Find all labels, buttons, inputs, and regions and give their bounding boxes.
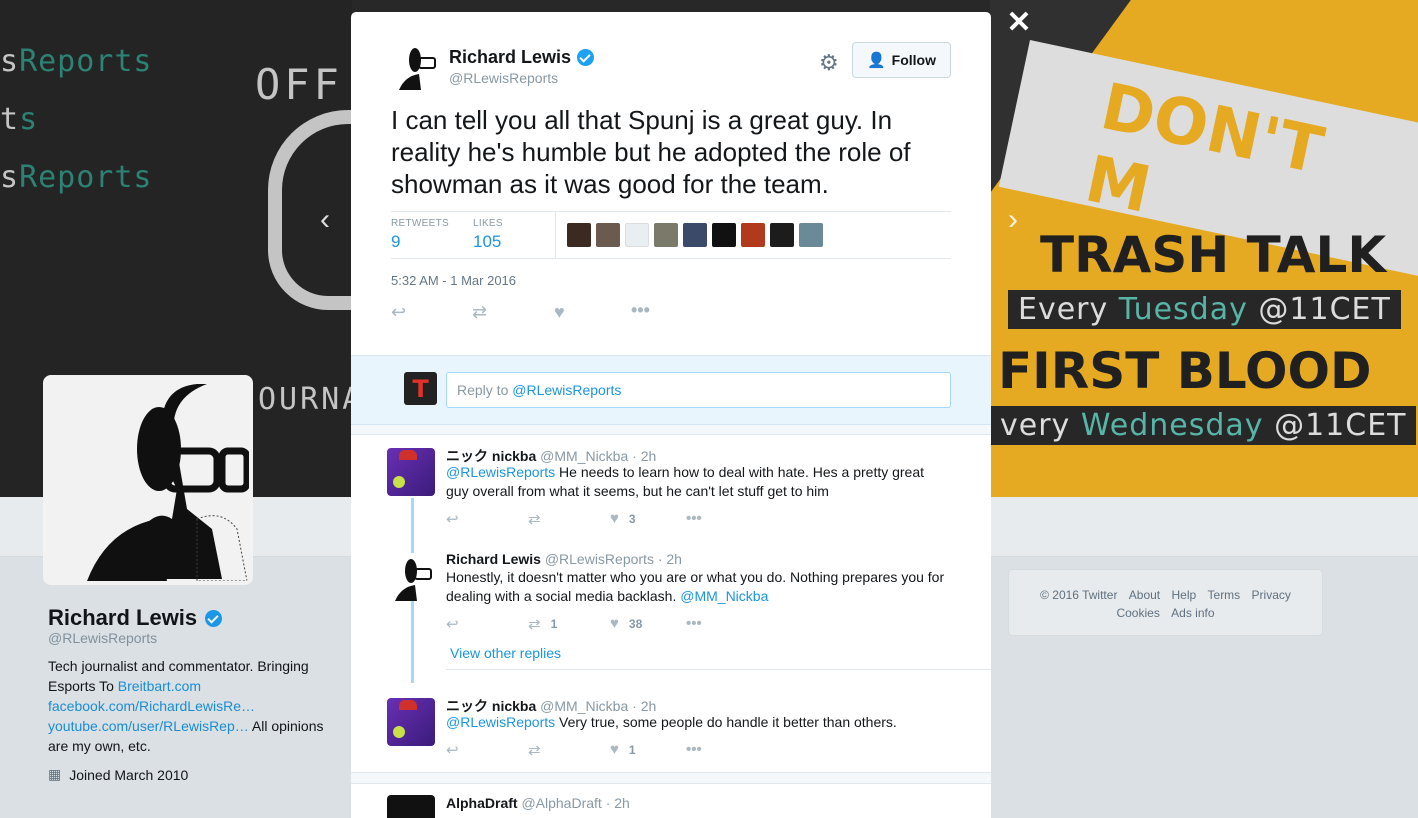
follow-button[interactable]: 👤 Follow xyxy=(852,42,951,78)
retweets-count: 9 xyxy=(391,232,401,251)
reply-header: Richard Lewis @RLewisReports · 2h xyxy=(446,551,682,567)
likes-label: LIKES xyxy=(473,218,503,229)
retweet-icon[interactable]: ⇄ xyxy=(528,741,551,759)
more-icon[interactable]: ••• xyxy=(686,741,702,758)
reply-separator xyxy=(446,669,991,670)
retweets-label: RETWEETS xyxy=(391,218,449,229)
previous-tweet-arrow-icon[interactable]: ‹ xyxy=(313,205,337,235)
gear-icon[interactable]: ⚙ xyxy=(819,50,839,76)
liker-avatar[interactable] xyxy=(770,223,794,247)
liker-avatar[interactable] xyxy=(625,223,649,247)
liker-avatar[interactable] xyxy=(799,223,823,247)
reply-text: @RLewisReports Very true, some people do… xyxy=(446,714,897,730)
reply-composer: T Reply to @RLewisReports xyxy=(351,355,991,425)
reply-avatar[interactable] xyxy=(387,795,435,818)
replies-divider xyxy=(351,425,991,435)
like-icon[interactable]: ♥ 1 xyxy=(610,741,636,758)
author-avatar[interactable] xyxy=(391,42,439,90)
tweet-modal: Richard Lewis @RLewisReports ⚙ 👤 Follow … xyxy=(351,12,991,818)
stats-divider xyxy=(555,212,556,258)
reply-actions: ↩ ⇄ ♥ 3 ••• xyxy=(446,510,746,530)
reply-avatar[interactable] xyxy=(387,553,435,601)
liker-avatar[interactable] xyxy=(654,223,678,247)
liker-avatar[interactable] xyxy=(712,223,736,247)
reply-icon[interactable]: ↩ xyxy=(446,741,459,759)
close-icon[interactable]: ✕ xyxy=(1005,8,1033,38)
author-handle[interactable]: @RLewisReports xyxy=(449,70,558,86)
liker-avatar[interactable] xyxy=(683,223,707,247)
reply-actions: ↩ ⇄ ♥ 1 ••• xyxy=(446,741,746,761)
reply-input[interactable]: Reply to @RLewisReports xyxy=(446,372,951,408)
liker-avatars xyxy=(567,223,823,247)
reply-header: AlphaDraft @AlphaDraft · 2h xyxy=(446,795,630,811)
reply-icon[interactable]: ↩ xyxy=(446,615,459,633)
likes-stat[interactable]: LIKES 105 xyxy=(473,218,503,252)
tweet-stats: RETWEETS 9 LIKES 105 xyxy=(391,211,951,259)
more-icon[interactable]: ••• xyxy=(686,615,702,632)
more-icon[interactable]: ••• xyxy=(631,300,650,321)
verified-badge-icon xyxy=(577,49,595,66)
reply-avatar[interactable] xyxy=(387,698,435,746)
follow-button-label: Follow xyxy=(891,52,936,68)
retweet-icon[interactable]: ⇄ xyxy=(472,302,487,323)
reply-text: @RLewisReports He needs to learn how to … xyxy=(446,464,925,499)
tweet-actions: ↩ ⇄ ♥ ••• xyxy=(391,300,691,326)
reply-avatar[interactable] xyxy=(387,448,435,496)
next-tweet-arrow-icon[interactable]: › xyxy=(1001,205,1025,235)
author-avatar-image xyxy=(391,42,439,90)
like-icon[interactable]: ♥ 3 xyxy=(610,510,636,527)
liker-avatar[interactable] xyxy=(596,223,620,247)
like-icon[interactable]: ♥ 38 xyxy=(610,615,642,632)
more-icon[interactable]: ••• xyxy=(686,510,702,527)
add-user-icon: 👤 xyxy=(866,52,886,69)
author-name[interactable]: Richard Lewis xyxy=(449,47,595,68)
retweet-icon[interactable]: ⇄ xyxy=(528,510,551,528)
likes-count: 105 xyxy=(473,232,502,251)
tweet-header: Richard Lewis @RLewisReports ⚙ 👤 Follow xyxy=(391,42,951,92)
replies-divider xyxy=(351,772,991,784)
reply-icon[interactable]: ↩ xyxy=(391,302,406,323)
retweets-stat[interactable]: RETWEETS 9 xyxy=(391,218,449,252)
like-icon[interactable]: ♥ xyxy=(554,302,565,323)
reply-icon[interactable]: ↩ xyxy=(446,510,459,528)
liker-avatar[interactable] xyxy=(567,223,591,247)
current-user-avatar[interactable]: T xyxy=(404,372,437,405)
tweet-timestamp[interactable]: 5:32 AM - 1 Mar 2016 xyxy=(391,273,516,288)
liker-avatar[interactable] xyxy=(741,223,765,247)
tweet-text: I can tell you all that Spunj is a great… xyxy=(391,105,911,199)
reply-avatar-image xyxy=(387,553,435,601)
retweet-icon[interactable]: ⇄ 1 xyxy=(528,615,557,633)
reply-text: Honestly, it doesn't matter who you are … xyxy=(446,569,945,604)
reply-actions: ↩ ⇄ 1 ♥ 38 ••• xyxy=(446,615,746,635)
view-other-replies-link[interactable]: View other replies xyxy=(450,645,561,661)
